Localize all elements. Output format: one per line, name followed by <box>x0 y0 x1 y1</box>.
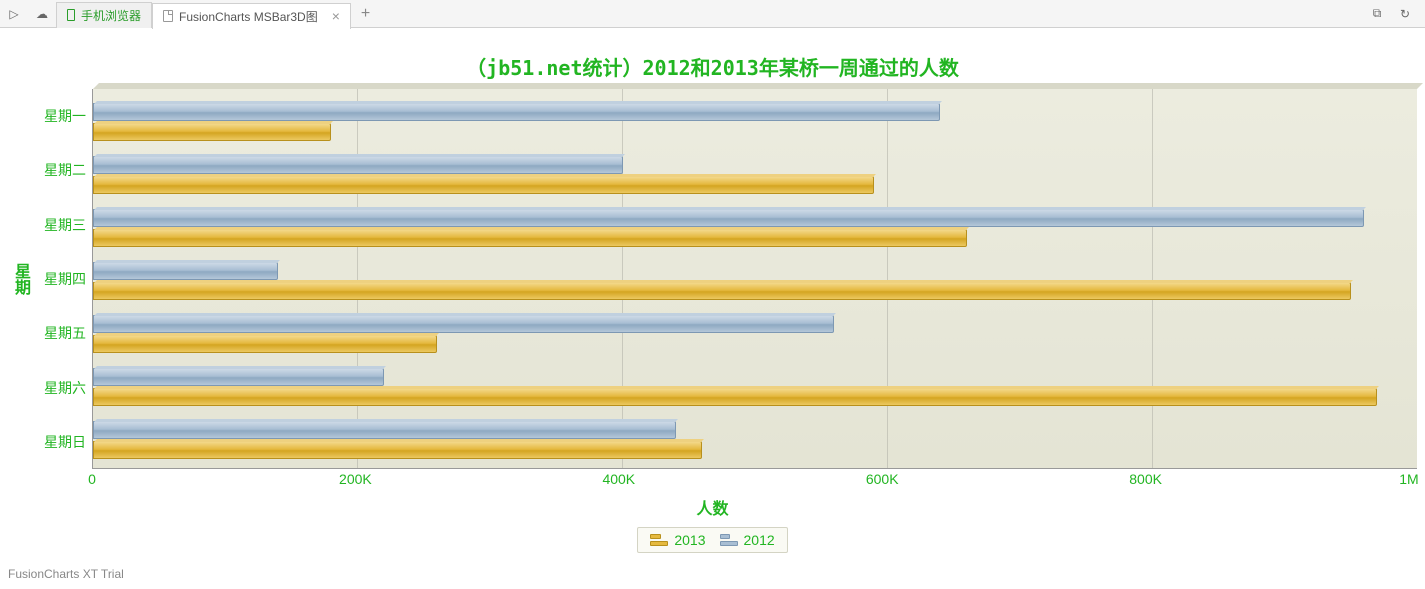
x-tick: 200K <box>339 471 372 487</box>
browser-tab-bar: ▷ ☁ 手机浏览器 FusionCharts MSBar3D图 × + ⧉ ↻ <box>0 0 1425 28</box>
bar-2013[interactable] <box>93 282 1351 300</box>
bar-2012[interactable] <box>93 368 384 386</box>
category-group <box>93 207 1417 249</box>
y-tick-labels: 星期一星期二星期三星期四星期五星期六星期日 <box>32 89 92 469</box>
y-tick: 星期三 <box>32 215 86 235</box>
tab-mobile-browser[interactable]: 手机浏览器 <box>56 2 152 28</box>
x-tick: 0 <box>88 471 96 487</box>
bar-2013[interactable] <box>93 441 702 459</box>
chart-container: （jb51.net统计）2012和2013年某桥一周通过的人数 星期 星期一星期… <box>0 28 1425 553</box>
x-tick: 800K <box>1129 471 1162 487</box>
close-icon[interactable]: × <box>332 8 340 24</box>
legend: 2013 2012 <box>637 527 787 553</box>
bar-2012[interactable] <box>93 315 834 333</box>
bar-2012[interactable] <box>93 262 278 280</box>
y-tick: 星期一 <box>32 106 86 126</box>
category-group <box>93 101 1417 143</box>
legend-item-2012[interactable]: 2012 <box>720 532 775 548</box>
plot-wrapper: 星期 星期一星期二星期三星期四星期五星期六星期日 <box>8 89 1417 469</box>
y-tick: 星期五 <box>32 323 86 343</box>
y-tick: 星期日 <box>32 432 86 452</box>
x-tick-labels: 0200K400K600K800K1M <box>92 469 1409 489</box>
y-tick: 星期六 <box>32 378 86 398</box>
y-axis-label: 星期 <box>8 89 32 469</box>
legend-label: 2012 <box>744 532 775 548</box>
bar-2013[interactable] <box>93 388 1377 406</box>
cloud-icon[interactable]: ☁ <box>28 0 56 28</box>
x-tick: 400K <box>602 471 635 487</box>
tab-label: FusionCharts MSBar3D图 <box>179 8 318 25</box>
y-tick: 星期二 <box>32 160 86 180</box>
mobile-icon <box>67 9 75 21</box>
category-group <box>93 366 1417 408</box>
play-icon[interactable]: ▷ <box>0 0 28 28</box>
bar-2013[interactable] <box>93 229 967 247</box>
y-tick: 星期四 <box>32 269 86 289</box>
watermark: FusionCharts XT Trial <box>8 567 124 581</box>
bar-2012[interactable] <box>93 421 676 439</box>
add-tab-button[interactable]: + <box>351 5 380 23</box>
category-group <box>93 260 1417 302</box>
bar-2013[interactable] <box>93 335 437 353</box>
bar-2013[interactable] <box>93 176 874 194</box>
bar-2012[interactable] <box>93 103 940 121</box>
legend-label: 2013 <box>674 532 705 548</box>
chart-title: （jb51.net统计）2012和2013年某桥一周通过的人数 <box>8 52 1417 81</box>
x-axis-label: 人数 <box>8 495 1417 519</box>
restore-icon[interactable]: ⧉ <box>1363 0 1391 28</box>
bar-2013[interactable] <box>93 123 331 141</box>
category-group <box>93 313 1417 355</box>
plot-area <box>92 89 1417 469</box>
bar-2012[interactable] <box>93 156 623 174</box>
legend-swatch-icon <box>720 534 738 546</box>
tab-fusioncharts[interactable]: FusionCharts MSBar3D图 × <box>152 3 351 29</box>
category-group <box>93 419 1417 461</box>
category-group <box>93 154 1417 196</box>
legend-item-2013[interactable]: 2013 <box>650 532 705 548</box>
tab-label: 手机浏览器 <box>81 7 141 24</box>
refresh-icon[interactable]: ↻ <box>1391 0 1419 28</box>
bar-2012[interactable] <box>93 209 1364 227</box>
legend-swatch-icon <box>650 534 668 546</box>
page-icon <box>163 10 173 22</box>
x-tick: 1M <box>1399 471 1418 487</box>
x-tick: 600K <box>866 471 899 487</box>
